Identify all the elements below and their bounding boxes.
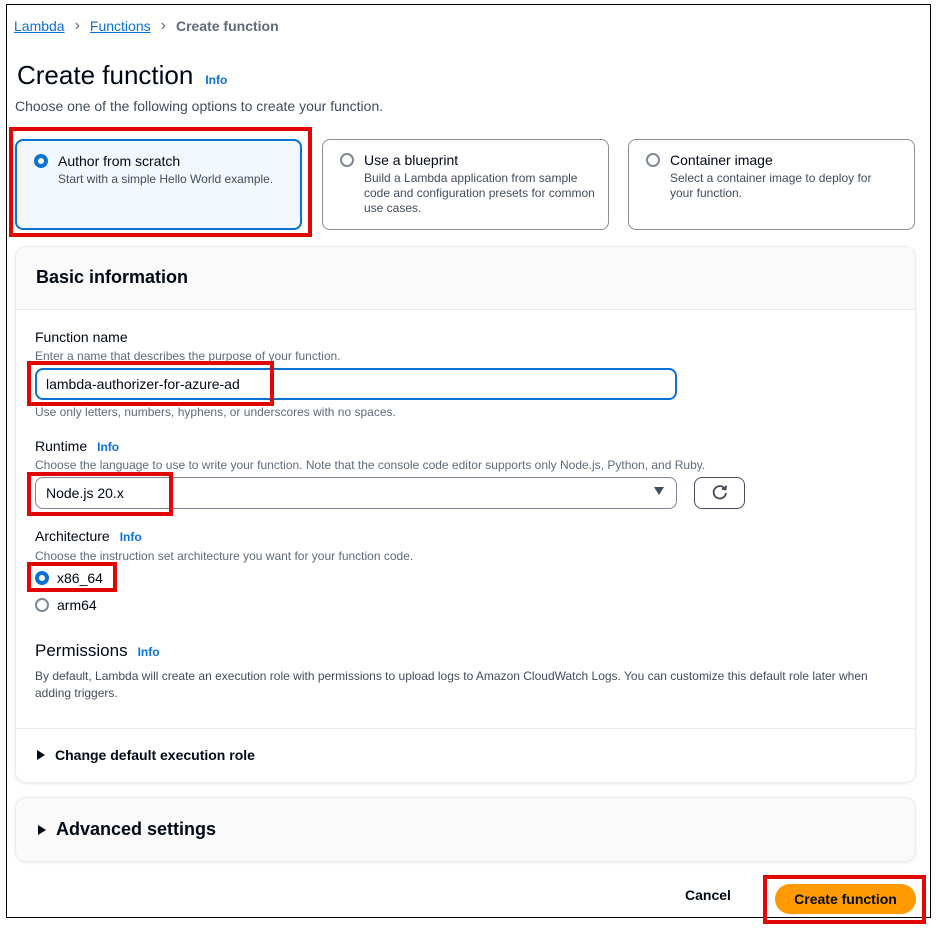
caret-right-icon bbox=[37, 750, 45, 760]
option-title: Author from scratch bbox=[58, 153, 181, 169]
permissions-description: By default, Lambda will create an execut… bbox=[35, 669, 868, 700]
cancel-button[interactable]: Cancel bbox=[685, 887, 731, 903]
option-description: Select a container image to deploy for y… bbox=[670, 171, 872, 200]
architecture-option-arm64[interactable]: arm64 bbox=[35, 597, 97, 613]
radio-unselected-icon[interactable] bbox=[646, 153, 660, 167]
refresh-runtimes-button[interactable] bbox=[694, 477, 745, 509]
architecture-option-label: x86_64 bbox=[57, 570, 103, 586]
chevron-right-icon: › bbox=[74, 17, 80, 34]
permissions-label-row: Permissions Info bbox=[35, 641, 160, 661]
architecture-option-label: arm64 bbox=[57, 597, 97, 613]
panel-header: Basic information bbox=[16, 247, 915, 310]
architecture-option-x86-64[interactable]: x86_64 bbox=[35, 570, 103, 586]
radio-unselected-icon[interactable] bbox=[340, 153, 354, 167]
option-author-from-scratch[interactable]: Author from scratch Start with a simple … bbox=[15, 139, 302, 230]
runtime-select[interactable]: Node.js 20.x bbox=[35, 477, 677, 509]
page-title-row: Create function Info bbox=[17, 60, 227, 91]
breadcrumb: Lambda › Functions › Create function bbox=[14, 17, 279, 35]
option-description: Build a Lambda application from sample c… bbox=[364, 171, 595, 215]
expander-label: Change default execution role bbox=[55, 747, 255, 763]
caret-right-icon bbox=[38, 824, 46, 835]
radio-selected-icon[interactable] bbox=[35, 571, 49, 585]
breadcrumb-lambda-link[interactable]: Lambda bbox=[14, 18, 65, 34]
breadcrumb-functions-link[interactable]: Functions bbox=[90, 18, 151, 34]
permissions-info-link[interactable]: Info bbox=[138, 645, 160, 659]
option-title: Use a blueprint bbox=[364, 152, 459, 168]
option-description: Start with a simple Hello World example. bbox=[58, 172, 274, 186]
architecture-description: Choose the instruction set architecture … bbox=[35, 549, 414, 563]
chevron-right-icon: › bbox=[160, 17, 166, 34]
page-title: Create function bbox=[17, 60, 194, 90]
architecture-label-row: Architecture Info bbox=[35, 528, 142, 544]
runtime-info-link[interactable]: Info bbox=[97, 440, 119, 454]
option-use-a-blueprint[interactable]: Use a blueprint Build a Lambda applicati… bbox=[322, 139, 609, 230]
radio-unselected-icon[interactable] bbox=[35, 598, 49, 612]
permissions-heading: Permissions bbox=[35, 641, 128, 660]
advanced-settings-expander[interactable]: Advanced settings bbox=[38, 819, 216, 840]
function-name-label: Function name bbox=[35, 329, 128, 345]
function-name-constraint: Use only letters, numbers, hyphens, or u… bbox=[35, 405, 396, 419]
runtime-selected-value: Node.js 20.x bbox=[46, 485, 124, 501]
refresh-icon bbox=[712, 485, 727, 500]
option-container-image[interactable]: Container image Select a container image… bbox=[628, 139, 915, 230]
architecture-label: Architecture bbox=[35, 528, 110, 544]
expander-label: Advanced settings bbox=[56, 819, 217, 839]
panel-heading: Basic information bbox=[36, 267, 189, 287]
runtime-label: Runtime bbox=[35, 438, 88, 454]
page-info-link[interactable]: Info bbox=[205, 73, 227, 87]
breadcrumb-current: Create function bbox=[175, 18, 279, 34]
runtime-description: Choose the language to use to write your… bbox=[35, 458, 706, 472]
option-title: Container image bbox=[670, 152, 773, 168]
function-name-description: Enter a name that describes the purpose … bbox=[35, 349, 341, 363]
panel-divider bbox=[16, 728, 915, 729]
architecture-info-link[interactable]: Info bbox=[120, 530, 142, 544]
caret-down-icon bbox=[654, 487, 664, 495]
radio-selected-icon[interactable] bbox=[34, 154, 48, 168]
function-name-input[interactable]: lambda-authorizer-for-azure-ad bbox=[35, 368, 677, 400]
runtime-label-row: Runtime Info bbox=[35, 438, 119, 454]
create-function-button[interactable]: Create function bbox=[775, 884, 916, 914]
change-default-execution-role-expander[interactable]: Change default execution role bbox=[37, 747, 255, 763]
page-subtitle: Choose one of the following options to c… bbox=[15, 98, 384, 114]
